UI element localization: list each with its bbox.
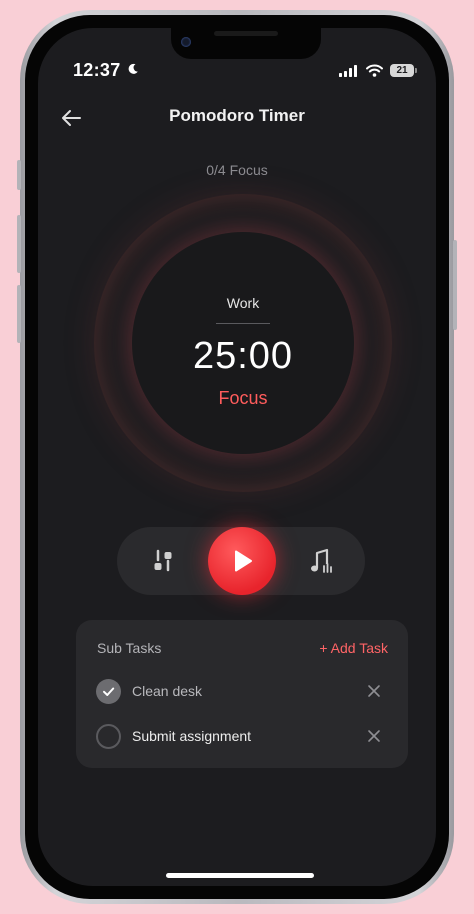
task-label: Submit assignment [132,728,252,744]
speaker-grille [214,31,278,36]
music-icon[interactable] [310,548,332,574]
page-title: Pomodoro Timer [169,106,305,125]
task-label: Clean desk [132,683,203,699]
timer-phase-label: Focus [218,388,268,408]
front-camera [181,37,191,47]
moon-icon [128,63,138,74]
power-button [453,240,457,330]
battery-indicator: 21 [390,64,417,77]
phone-bezel: 12:37 21 Pomodoro Timer 0/4 Focus Work 2… [25,15,449,899]
volume-down-button [17,285,21,343]
app-screen: 12:37 21 Pomodoro Timer 0/4 Focus Work 2… [38,28,436,886]
task-row: Submit assignment [96,722,388,752]
timer-divider [216,323,270,324]
settings-sliders-icon[interactable] [153,549,173,573]
status-bar-right: 21 [339,64,417,77]
play-icon [235,550,252,572]
play-button[interactable] [208,527,276,595]
home-indicator[interactable] [166,873,314,878]
session-counter: 0/4 Focus [206,162,268,178]
remove-task-icon[interactable] [367,684,381,698]
task-checkbox-checked[interactable] [96,679,121,704]
add-task-button[interactable]: + Add Task [319,640,388,656]
volume-up-button [17,215,21,273]
subtasks-card: Sub Tasks + Add Task Clean desk Submit a… [76,620,408,768]
timer-mode-label: Work [226,295,260,311]
task-checkbox-unchecked[interactable] [96,724,121,749]
cellular-signal-icon [339,64,357,77]
status-time-text: 12:37 [73,60,121,80]
task-row: Clean desk [96,677,388,707]
phone-frame: 12:37 21 Pomodoro Timer 0/4 Focus Work 2… [17,10,457,904]
check-icon [103,687,115,696]
timer-countdown: 25:00 [192,335,294,377]
notch [171,28,321,59]
remove-task-icon[interactable] [367,729,381,743]
subtasks-title: Sub Tasks [97,640,162,656]
mute-switch [17,160,21,190]
wifi-icon [366,64,383,77]
status-bar-time: 12:37 [73,60,139,81]
